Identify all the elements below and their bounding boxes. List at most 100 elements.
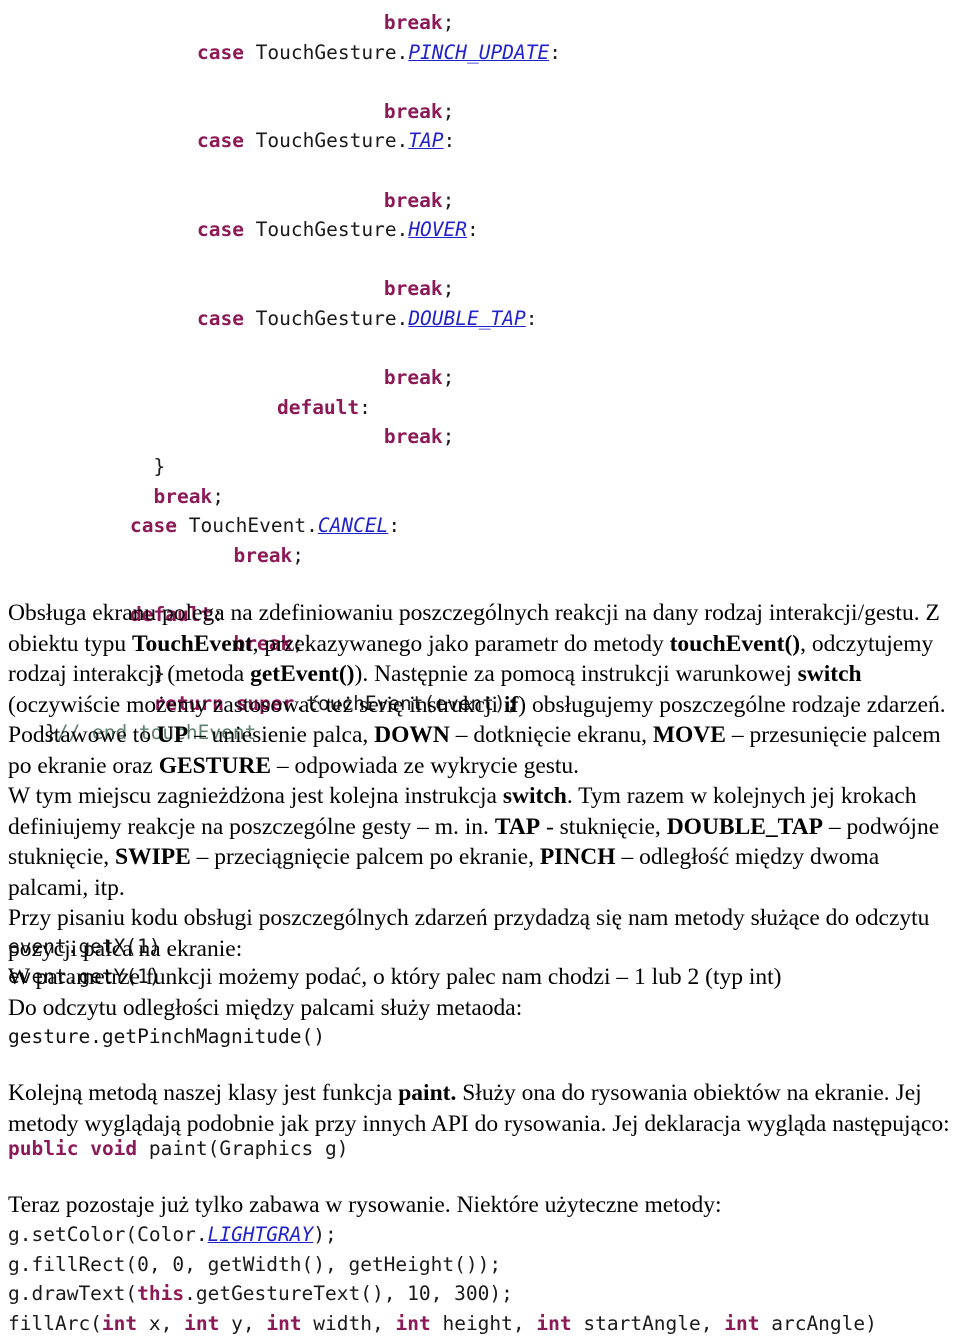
text-run: – odpowiada ze wykrycie gestu. <box>271 752 580 779</box>
code-token: TouchEvent. <box>176 514 318 538</box>
code-block-paint-signature: public void paint(Graphics g) <box>8 1134 349 1164</box>
code-token: TAP <box>408 129 444 153</box>
text-run: – uniesienie palca, <box>188 722 375 748</box>
code-line: case TouchEvent.CANCEL: <box>0 511 960 541</box>
emphasized-term: GESTURE <box>158 752 272 779</box>
code-token: : <box>359 395 371 419</box>
code-token: .getGestureText(), 10, 300); <box>184 1282 513 1306</box>
code-token: default <box>276 395 360 419</box>
code-line: } <box>0 452 960 482</box>
code-token: ); <box>313 1223 337 1246</box>
code-token: ; <box>442 99 455 123</box>
emphasized-term: paint. <box>398 1080 457 1106</box>
code-token: y, <box>219 1311 267 1335</box>
code-token: break <box>383 277 443 301</box>
code-token: ; <box>442 425 455 449</box>
code-token: case <box>130 514 177 538</box>
code-token: : <box>443 129 456 153</box>
code-line: case TouchGesture.PINCH_UPDATE: <box>0 38 960 68</box>
code-token: ; <box>212 484 224 508</box>
code-token: height, <box>430 1311 537 1335</box>
code-token: gesture.getPinchMagnitude() <box>8 1025 325 1048</box>
code-token: case <box>196 306 244 330</box>
emphasized-term: switch <box>797 661 862 687</box>
code-token: startAngle, <box>571 1311 725 1335</box>
emphasized-term: UP <box>156 722 189 748</box>
text-run: – dotknięcie ekranu, <box>449 722 653 748</box>
paragraph-useful-methods: Teraz pozostaje już tylko zabawa w rysow… <box>8 1190 954 1221</box>
code-line: break; <box>0 274 960 304</box>
code-line: break; <box>0 97 960 127</box>
code-token: break <box>233 543 293 567</box>
paragraph-line-1: Kolejną metodą naszej klasy jest funkcja… <box>8 1078 954 1139</box>
code-line: event.getX(1) <box>8 932 161 962</box>
code-token: TouchGesture. <box>243 218 409 242</box>
code-token: int <box>184 1311 220 1335</box>
code-token: CANCEL <box>317 514 389 538</box>
emphasized-term: getEvent() <box>250 661 355 687</box>
code-token: } <box>130 454 166 478</box>
code-line: public void paint(Graphics g) <box>8 1134 349 1164</box>
code-token: break <box>383 425 443 449</box>
code-token: paint(Graphics g) <box>137 1137 349 1160</box>
code-token: x, <box>137 1311 185 1335</box>
paragraph-finger-parameter: W parametrze funkcji możemy podać, o któ… <box>8 962 954 1023</box>
code-token: : <box>525 306 538 330</box>
emphasized-term: switch <box>502 783 567 809</box>
code-token: case <box>196 129 244 153</box>
code-token: int <box>536 1311 572 1335</box>
emphasized-term: PINCH <box>539 844 616 870</box>
code-line: break; <box>0 422 960 452</box>
code-token: ; <box>442 11 455 34</box>
text-run: (oczywiście możemy zastosować też serię … <box>8 691 504 718</box>
emphasized-term: touchEvent() <box>669 630 801 657</box>
code-token: TouchGesture. <box>243 306 409 330</box>
code-token: width, <box>301 1311 396 1335</box>
code-token: : <box>467 218 479 242</box>
text-run: W tym miejscu zagnieżdżona jest kolejna … <box>8 783 503 809</box>
code-token: arcAngle) <box>759 1311 877 1335</box>
paragraph-line-2: W tym miejscu zagnieżdżona jest kolejna … <box>8 781 954 903</box>
code-token: break <box>383 188 443 212</box>
emphasized-term: DOWN <box>374 722 450 748</box>
emphasized-term: if <box>503 691 519 718</box>
code-token: TouchGesture. <box>243 129 409 153</box>
paragraph-line-1: Teraz pozostaje już tylko zabawa w rysow… <box>8 1190 954 1221</box>
code-token: TouchGesture. <box>243 40 409 64</box>
code-token: PINCH_UPDATE <box>408 40 550 64</box>
code-token: case <box>196 218 244 242</box>
code-line: default: <box>0 393 960 423</box>
paragraph-line-1: W parametrze funkcji możemy podać, o któ… <box>8 962 954 993</box>
emphasized-term: TAP <box>494 813 541 840</box>
code-token: void <box>90 1137 138 1160</box>
code-line: break; <box>0 482 960 512</box>
code-line: fillArc(int x, int y, int width, int hei… <box>8 1309 877 1338</box>
code-token: event.getX(1) <box>8 935 161 958</box>
paragraph-paint-description: Kolejną metodą naszej klasy jest funkcja… <box>8 1078 954 1139</box>
code-token: ; <box>292 543 304 567</box>
code-token: DOUBLE_TAP <box>408 306 526 330</box>
code-line: break; <box>0 8 960 38</box>
text-run: – przeciągnięcie palcem po ekranie, <box>190 844 540 870</box>
code-token: int <box>724 1311 760 1335</box>
code-token: int <box>101 1311 138 1335</box>
code-token: break <box>383 99 443 123</box>
code-line: g.setColor(Color.LIGHTGRAY); <box>8 1220 877 1250</box>
code-token: g.setColor(Color. <box>8 1223 208 1246</box>
code-block-pinch-magnitude: gesture.getPinchMagnitude() <box>8 1022 325 1052</box>
emphasized-term: TouchEvent <box>132 630 253 657</box>
code-token: : <box>388 514 401 538</box>
code-token: HOVER <box>408 218 468 242</box>
